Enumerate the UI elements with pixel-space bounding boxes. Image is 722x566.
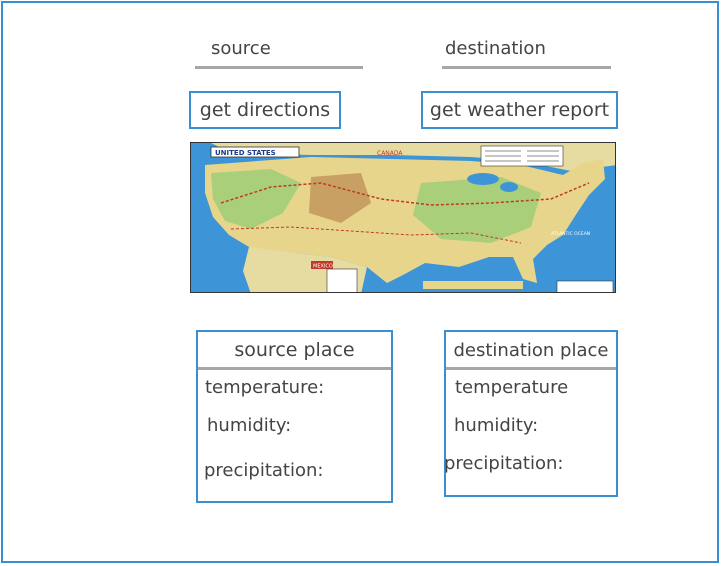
us-map[interactable]: UNITED STATES CANADA MEXICO ATLANTIC OCE… xyxy=(190,142,616,293)
source-temperature-label: temperature: xyxy=(205,377,325,398)
destination-underline xyxy=(442,66,611,69)
map-mexico-label: MEXICO xyxy=(313,264,333,270)
destination-precipitation-label: precipitation: xyxy=(444,453,564,474)
destination-panel-divider xyxy=(446,367,616,370)
destination-humidity-label: humidity: xyxy=(454,415,539,436)
get-directions-button[interactable]: get directions xyxy=(189,91,341,129)
destination-label: destination xyxy=(445,38,546,59)
source-weather-panel: source place temperature: humidity: prec… xyxy=(196,330,393,503)
map-canada-label: CANADA xyxy=(377,150,403,157)
source-humidity-label: humidity: xyxy=(207,415,292,436)
source-label: source xyxy=(211,38,271,59)
map-title: UNITED STATES xyxy=(215,149,276,157)
us-map-graphic: UNITED STATES CANADA MEXICO ATLANTIC OCE… xyxy=(191,143,615,292)
destination-panel-title: destination place xyxy=(453,339,609,361)
destination-weather-panel: destination place temperature humidity: … xyxy=(444,330,618,497)
source-underline xyxy=(195,66,363,69)
source-panel-divider xyxy=(198,367,391,370)
destination-temperature-label: temperature xyxy=(455,377,569,398)
source-input[interactable]: source xyxy=(195,36,363,72)
source-precipitation-label: precipitation: xyxy=(204,460,324,481)
destination-input[interactable]: destination xyxy=(442,36,611,72)
get-weather-report-button[interactable]: get weather report xyxy=(421,91,618,129)
source-panel-title: source place xyxy=(234,339,355,361)
map-ocean-label: ATLANTIC OCEAN xyxy=(551,231,590,237)
